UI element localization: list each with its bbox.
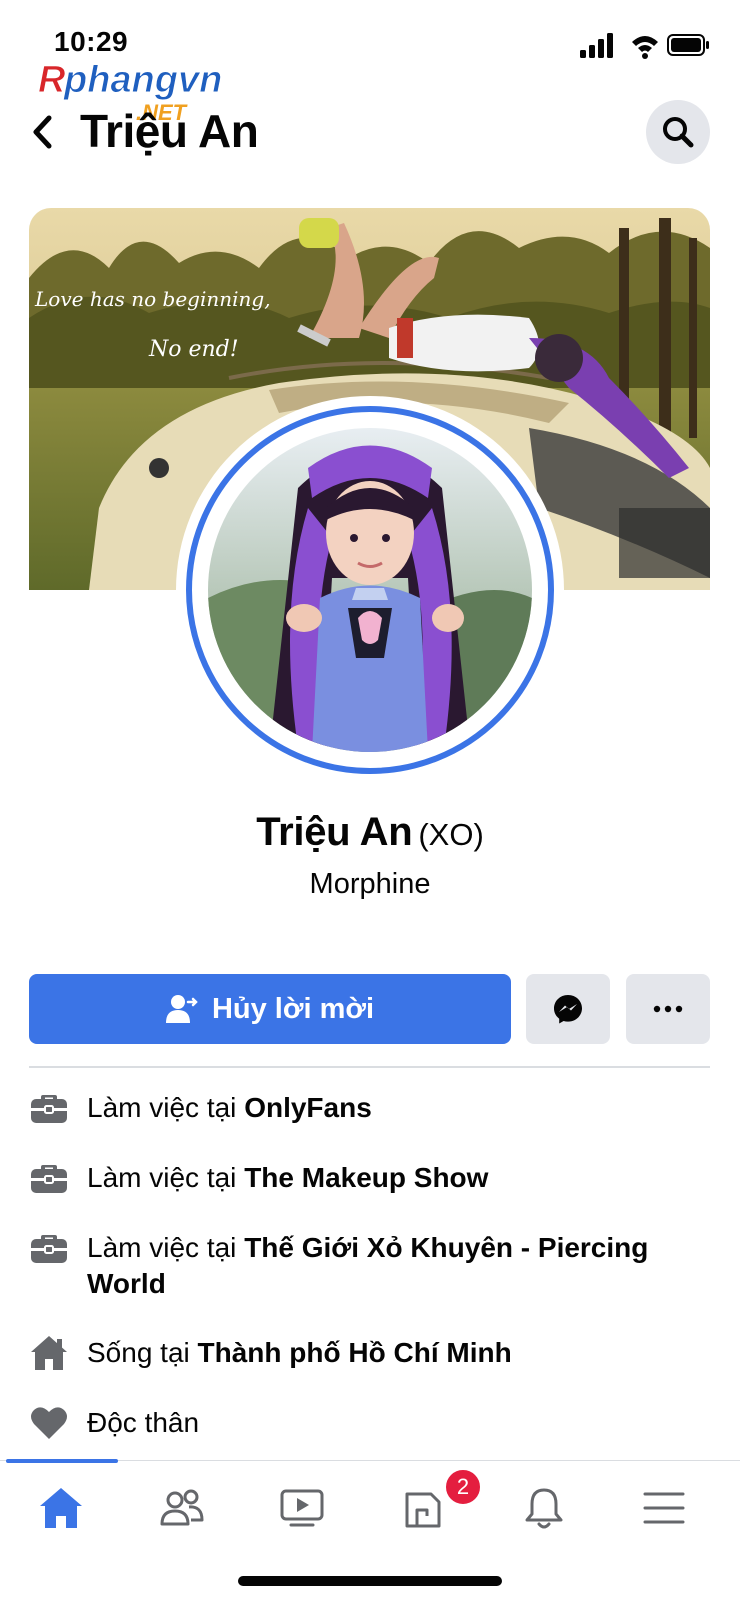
intro-row-work-2[interactable]: Làm việc tại The Makeup Show xyxy=(29,1160,719,1198)
divider xyxy=(29,1066,710,1068)
person-cancel-icon xyxy=(165,995,198,1023)
friends-icon xyxy=(160,1489,204,1526)
nav-active-indicator xyxy=(6,1459,118,1463)
nav-watch[interactable] xyxy=(262,1478,342,1538)
intro-prefix: Làm việc tại xyxy=(87,1162,237,1193)
cover-quote-line1: Love has no beginning, xyxy=(34,287,271,311)
intro-prefix: Làm việc tại xyxy=(87,1092,237,1123)
status-icons xyxy=(580,33,709,59)
intro-value[interactable]: Thành phố Hồ Chí Minh xyxy=(198,1337,512,1368)
profile-alternate-name: (XO) xyxy=(418,817,484,852)
intro-row-work-3[interactable]: Làm việc tại Thế Giới Xỏ Khuyên - Pierci… xyxy=(29,1230,719,1302)
hamburger-menu-icon xyxy=(643,1492,685,1524)
chevron-left-icon xyxy=(33,115,52,149)
nav-home[interactable] xyxy=(21,1478,101,1538)
wifi-icon xyxy=(632,36,658,59)
more-button[interactable] xyxy=(626,974,710,1044)
home-icon xyxy=(31,1336,67,1370)
pages-badge: 2 xyxy=(444,1468,482,1506)
profile-name: Triệu An xyxy=(256,810,413,854)
intro-row-lives[interactable]: Sống tại Thành phố Hồ Chí Minh xyxy=(29,1335,719,1373)
svg-text:R: R xyxy=(38,59,66,101)
briefcase-icon xyxy=(31,1095,67,1123)
cancel-request-label: Hủy lời mời xyxy=(211,992,375,1025)
intro-value: Độc thân xyxy=(87,1407,200,1438)
heart-icon xyxy=(31,1407,67,1439)
nav-notifications[interactable] xyxy=(504,1478,584,1538)
nav-menu[interactable] xyxy=(624,1478,704,1538)
briefcase-icon xyxy=(31,1165,67,1193)
header-title: Triệu An xyxy=(80,105,259,157)
messenger-icon xyxy=(554,995,582,1024)
signal-icon xyxy=(580,33,613,58)
story-ring xyxy=(186,406,554,774)
profile-subtitle: Morphine xyxy=(309,868,431,900)
profile-name-line: Triệu An (XO) xyxy=(0,810,740,855)
intro-row-work-1[interactable]: Làm việc tại OnlyFans xyxy=(29,1090,719,1128)
search-icon xyxy=(663,117,694,148)
intro-prefix: Làm việc tại xyxy=(87,1232,237,1263)
cover-quote-line2: No end! xyxy=(148,337,239,362)
briefcase-icon xyxy=(31,1235,67,1263)
bell-icon xyxy=(525,1488,563,1529)
cancel-request-button[interactable]: Hủy lời mời xyxy=(29,974,511,1044)
intro-row-relationship[interactable]: Độc thân xyxy=(29,1405,719,1443)
nav-friends[interactable] xyxy=(142,1478,222,1538)
home-icon xyxy=(40,1488,82,1528)
battery-icon xyxy=(667,34,709,56)
profile-picture[interactable] xyxy=(176,396,564,784)
back-button[interactable] xyxy=(22,108,62,156)
intro-value[interactable]: The Makeup Show xyxy=(244,1162,488,1193)
home-indicator xyxy=(238,1576,502,1586)
pages-icon xyxy=(405,1492,441,1528)
status-time: 10:29 xyxy=(54,26,129,57)
avatar xyxy=(208,428,532,752)
video-icon xyxy=(280,1489,324,1527)
intro-value[interactable]: OnlyFans xyxy=(244,1092,372,1123)
svg-text:phangvn: phangvn xyxy=(63,59,222,101)
search-button[interactable] xyxy=(646,100,710,164)
message-button[interactable] xyxy=(526,974,610,1044)
intro-prefix: Sống tại xyxy=(87,1337,190,1368)
more-dots-icon xyxy=(653,1005,683,1013)
